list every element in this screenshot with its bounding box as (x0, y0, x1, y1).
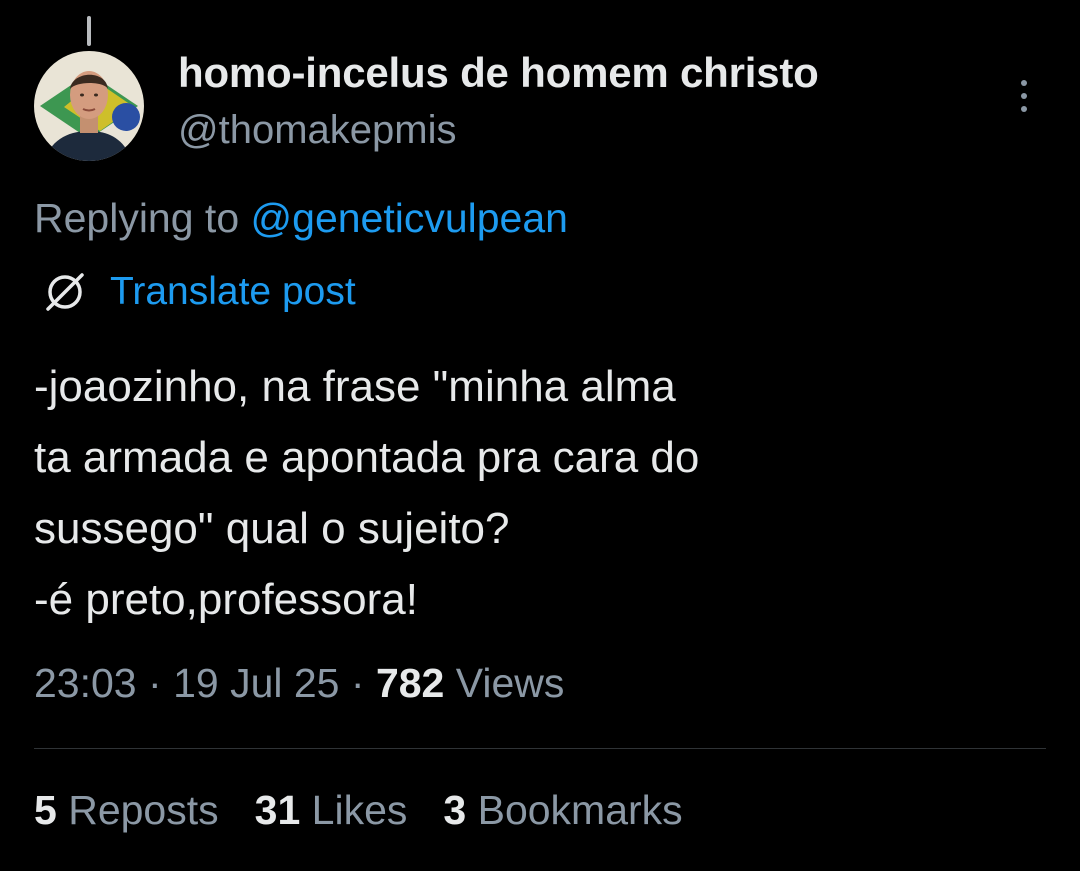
reposts-count: 5 (34, 787, 57, 833)
author-display-name[interactable]: homo-incelus de homem christo (178, 49, 819, 97)
more-options-button[interactable] (1006, 72, 1042, 120)
post-date[interactable]: 19 Jul 25 (173, 660, 339, 706)
post-text-line: -joaozinho, na frase "minha alma (34, 362, 676, 411)
post-text-line: sussego" qual o sujeito? (34, 504, 510, 553)
divider (34, 748, 1046, 749)
post-time[interactable]: 23:03 (34, 660, 137, 706)
engagement-stats: 5 Reposts 31 Likes 3 Bookmarks (34, 787, 683, 834)
reposts-stat[interactable]: 5 Reposts (34, 787, 219, 834)
bookmarks-count: 3 (443, 787, 467, 833)
more-dot-icon (1021, 80, 1027, 86)
views-label: Views (455, 660, 565, 706)
avatar[interactable] (34, 51, 144, 161)
translate-post-button[interactable]: Translate post (40, 267, 356, 317)
globe-icon (46, 273, 84, 311)
likes-label: Likes (311, 787, 408, 833)
reply-handle-link[interactable]: @geneticvulpean (251, 195, 568, 241)
bookmarks-stat[interactable]: 3 Bookmarks (443, 787, 682, 834)
views-count: 782 (375, 660, 445, 706)
more-dot-icon (1021, 106, 1027, 112)
author-handle[interactable]: @thomakepmis (178, 108, 456, 153)
more-dot-icon (1021, 93, 1027, 99)
reposts-label: Reposts (68, 787, 219, 833)
bookmarks-label: Bookmarks (477, 787, 683, 833)
profile-photo-icon (34, 51, 144, 161)
post-text-line: ta armada e apontada pra cara do (34, 433, 700, 482)
likes-count: 31 (254, 787, 301, 833)
post-meta: 23:03 · 19 Jul 25 · 782 Views (34, 660, 564, 707)
post-body: -joaozinho, na frase "minha alma ta arma… (34, 351, 1034, 635)
meta-separator: · (148, 660, 162, 706)
post-text-line: -é preto,professora! (34, 575, 418, 624)
replying-to-label: Replying to (34, 195, 251, 241)
replying-to-line: Replying to @geneticvulpean (34, 195, 568, 242)
likes-stat[interactable]: 31 Likes (255, 787, 408, 834)
thread-connector-line (87, 16, 91, 46)
meta-separator: · (350, 660, 365, 706)
translate-post-label: Translate post (110, 270, 356, 313)
